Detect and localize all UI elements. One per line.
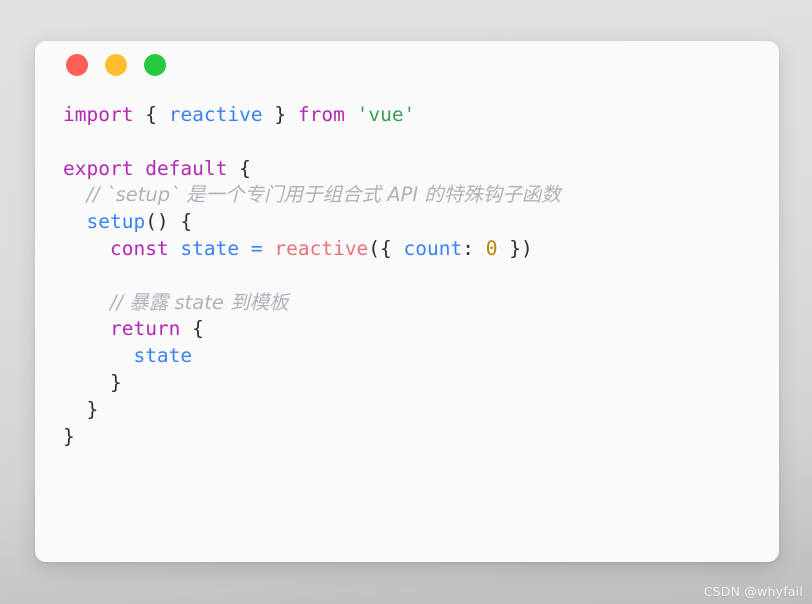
code-token-punc: { [145, 103, 157, 126]
watermark-label: CSDN @whyfail [703, 584, 803, 599]
code-token-ident: state [180, 236, 240, 260]
code-token-ident: reactive [168, 103, 263, 126]
code-token-kw: default [145, 156, 228, 180]
code-token-punc [180, 317, 192, 340]
code-token-punc [263, 237, 275, 260]
code-token-num: 0 [485, 236, 498, 260]
code-token-punc [239, 237, 251, 260]
code-token-punc [157, 103, 169, 126]
code-token-str: 'vue' [356, 103, 416, 126]
maximize-button-icon[interactable] [144, 54, 166, 76]
code-line: import { reactive } from 'vue' [63, 102, 779, 129]
code-token-punc: ({ [368, 236, 392, 260]
code-line: return { [63, 316, 779, 343]
code-token-punc: } [86, 397, 99, 421]
code-token-punc [133, 103, 145, 126]
code-token-ident: state [133, 344, 193, 368]
code-token-kw: return [109, 317, 181, 341]
code-line: } [63, 397, 779, 424]
window-titlebar [35, 41, 779, 89]
code-token-punc: } [109, 370, 122, 394]
code-block[interactable]: import { reactive } from 'vue' export de… [35, 89, 779, 450]
code-line: state [63, 343, 779, 370]
code-token-punc [474, 237, 486, 260]
code-token-punc [227, 157, 239, 180]
code-token-cmt: // `setup` 是一个专门用于组合式 API 的特殊钩子函数 [86, 183, 561, 207]
code-token-ident: count [403, 236, 463, 260]
code-token-punc: () [145, 210, 169, 234]
code-line: // `setup` 是一个专门用于组合式 API 的特殊钩子函数 [63, 182, 779, 209]
code-token-punc [169, 237, 181, 260]
code-line: export default { [63, 156, 779, 183]
code-token-punc [392, 237, 404, 260]
code-token-punc [497, 237, 509, 260]
code-token-kw: from [297, 103, 345, 126]
code-window-card: import { reactive } from 'vue' export de… [35, 41, 779, 562]
minimize-button-icon[interactable] [105, 54, 127, 76]
code-token-kw: export [63, 156, 134, 180]
code-token-fn: reactive [274, 236, 369, 260]
code-token-punc: { [180, 210, 193, 234]
code-token-punc [345, 103, 357, 126]
code-line: setup() { [63, 209, 779, 236]
code-line: // 暴露 state 到模板 [63, 290, 779, 317]
code-line: } [63, 424, 779, 451]
code-token-punc [263, 103, 275, 126]
close-button-icon[interactable] [66, 54, 88, 76]
code-token-punc: : [462, 236, 474, 260]
code-token-ident: setup [86, 210, 146, 234]
code-token-punc: }) [509, 236, 533, 260]
code-token-punc: { [239, 156, 251, 180]
code-token-op: = [250, 236, 263, 260]
code-line: } [63, 370, 779, 397]
code-token-punc: { [192, 317, 204, 341]
code-token-kw: const [109, 236, 169, 260]
code-token-cmt: // 暴露 state 到模板 [109, 290, 289, 314]
code-token-punc: } [63, 424, 75, 448]
code-token-kw: import [63, 103, 134, 126]
code-token-punc [286, 103, 298, 126]
code-line: const state = reactive({ count: 0 }) [63, 236, 779, 263]
code-token-punc [169, 210, 181, 233]
code-token-punc [133, 157, 145, 180]
code-token-punc: } [274, 103, 287, 126]
